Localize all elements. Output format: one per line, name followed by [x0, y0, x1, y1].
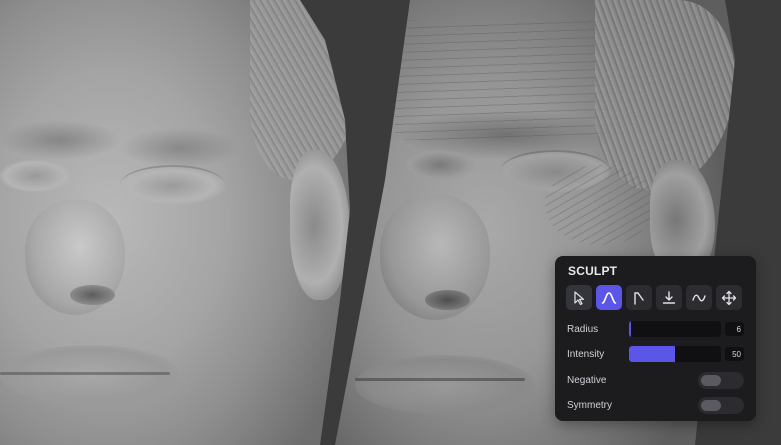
tool-bar: [566, 285, 742, 310]
smooth-wave-icon: [692, 294, 706, 301]
intensity-row: Intensity 50: [567, 345, 745, 363]
tool-move-button[interactable]: [716, 285, 742, 310]
flag-brush-icon: [634, 291, 644, 305]
radius-row: Radius 6: [567, 320, 745, 338]
symmetry-toggle[interactable]: [698, 397, 744, 414]
move-icon: [721, 290, 737, 305]
lips: [0, 345, 180, 405]
brow-left: [0, 120, 120, 160]
lip-line: [355, 378, 525, 381]
tool-flag-brush-button[interactable]: [626, 285, 652, 310]
intensity-slider[interactable]: [629, 346, 721, 362]
tool-curve-brush-button[interactable]: [596, 285, 622, 310]
tool-smooth-button[interactable]: [686, 285, 712, 310]
negative-label: Negative: [567, 375, 607, 386]
radius-value[interactable]: 6: [725, 322, 744, 336]
flatten-icon: [662, 290, 676, 304]
lip-line: [0, 372, 170, 375]
panel-title: SCULPT: [568, 264, 618, 278]
nostril: [70, 285, 115, 305]
symmetry-toggle-knob: [701, 400, 721, 411]
intensity-slider-fill: [629, 346, 675, 362]
sculpt-model-smooth[interactable]: [0, 0, 350, 445]
radius-slider-fill: [629, 321, 631, 337]
symmetry-label: Symmetry: [567, 400, 612, 411]
nostril: [425, 290, 470, 310]
tool-flatten-button[interactable]: [656, 285, 682, 310]
negative-toggle-knob: [701, 375, 721, 386]
cursor-icon: [574, 290, 585, 305]
brow-right: [120, 128, 240, 168]
eye-right: [120, 165, 225, 205]
intensity-label: Intensity: [567, 348, 605, 360]
radius-label: Radius: [567, 323, 599, 335]
radius-slider[interactable]: [629, 321, 721, 337]
eye-left: [0, 160, 70, 192]
negative-toggle[interactable]: [698, 372, 744, 389]
eye-left: [405, 150, 475, 180]
lips: [355, 355, 535, 415]
intensity-value[interactable]: 50: [725, 347, 744, 361]
ear: [290, 150, 350, 300]
curve-brush-icon: [601, 291, 617, 304]
sculpt-panel: SCULPT Radius 6 Intensity 50 Negative Sy…: [555, 256, 756, 421]
tool-select-button[interactable]: [566, 285, 592, 310]
crows-feet: [545, 165, 655, 245]
